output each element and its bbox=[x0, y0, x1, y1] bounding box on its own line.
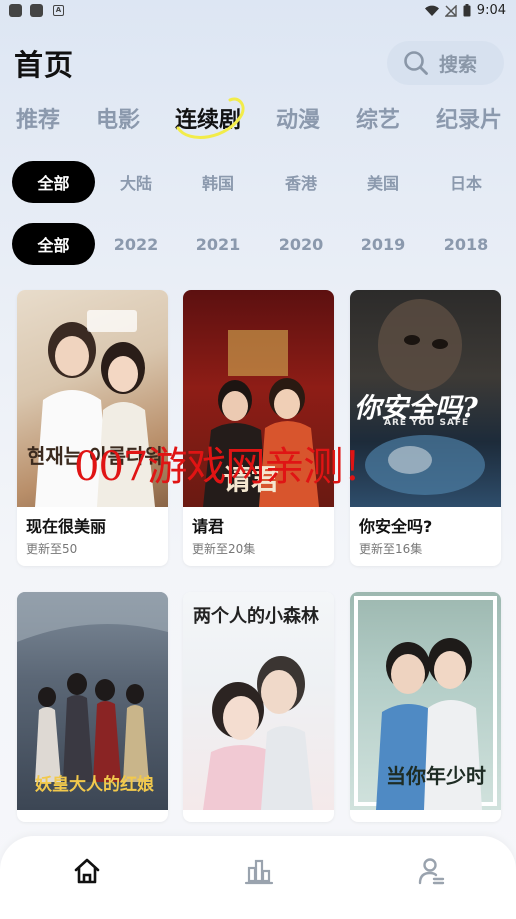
tab-documentary[interactable]: 纪录片 bbox=[436, 102, 502, 134]
poster-image: 当你年少时 bbox=[350, 592, 501, 810]
watermark-text: 007游戏网亲测！ bbox=[74, 444, 382, 490]
region-chip[interactable]: 大陆 bbox=[112, 161, 160, 203]
show-card[interactable]: 妖皇大人的红娘 bbox=[17, 592, 168, 822]
show-title: 你安全吗? bbox=[359, 517, 433, 536]
year-chip-all[interactable]: 全部 bbox=[12, 223, 95, 265]
show-card[interactable]: 현재는 아름다워 现在很美丽 更新至50 bbox=[17, 290, 168, 566]
notification-icon bbox=[9, 4, 22, 17]
region-chip-all[interactable]: 全部 bbox=[12, 161, 95, 203]
year-filter: 全部 2022 2021 2020 2019 2018 bbox=[0, 223, 516, 267]
year-chip[interactable]: 2022 bbox=[109, 223, 163, 265]
home-icon[interactable] bbox=[72, 856, 102, 886]
battery-icon bbox=[463, 4, 471, 17]
region-chip[interactable]: 日本 bbox=[442, 161, 490, 203]
status-bar: A 9:04 bbox=[0, 0, 516, 24]
app-notification-icon: A bbox=[53, 5, 64, 16]
region-filter: 全部 大陆 韩国 香港 美国 日本 bbox=[0, 161, 516, 205]
show-card[interactable]: 两个人的小森林 bbox=[183, 592, 334, 822]
tab-recommend[interactable]: 推荐 bbox=[16, 102, 60, 134]
poster-title-text: 当你年少时 bbox=[386, 764, 486, 788]
show-card[interactable]: 你安全吗? ARE YOU SAFE 你安全吗? 更新至16集 bbox=[350, 290, 501, 566]
search-icon bbox=[404, 51, 428, 75]
show-card[interactable]: 当你年少时 bbox=[350, 592, 501, 822]
show-update: 更新至50 bbox=[26, 542, 78, 556]
show-title: 请君 bbox=[192, 517, 225, 536]
active-tab-indicator bbox=[176, 97, 245, 139]
region-chip[interactable]: 香港 bbox=[277, 161, 325, 203]
show-title: 现在很美丽 bbox=[26, 517, 107, 536]
tab-variety[interactable]: 综艺 bbox=[356, 102, 400, 134]
region-chip[interactable]: 韩国 bbox=[194, 161, 242, 203]
year-chip[interactable]: 2019 bbox=[356, 223, 410, 265]
year-chip[interactable]: 2020 bbox=[274, 223, 328, 265]
ranking-icon[interactable] bbox=[244, 856, 274, 886]
poster-image: 妖皇大人的红娘 bbox=[17, 592, 168, 810]
tab-anime[interactable]: 动漫 bbox=[276, 102, 320, 134]
show-card[interactable]: 请君 请君 更新至20集 bbox=[183, 290, 334, 566]
poster-subtitle-text: ARE YOU SAFE bbox=[384, 418, 470, 428]
region-chip[interactable]: 美国 bbox=[359, 161, 407, 203]
poster-image: 两个人的小森林 bbox=[183, 592, 334, 810]
page-title: 首页 bbox=[14, 48, 75, 82]
signal-off-icon bbox=[444, 4, 457, 17]
profile-icon[interactable] bbox=[416, 856, 446, 886]
poster-title-text: 两个人的小森林 bbox=[193, 606, 319, 627]
bottom-navigation bbox=[0, 836, 516, 919]
tab-movies[interactable]: 电影 bbox=[96, 102, 140, 134]
category-tabs: 推荐 电影 连续剧 动漫 综艺 纪录片 bbox=[0, 102, 516, 142]
show-update: 更新至20集 bbox=[192, 542, 256, 556]
notification-icon bbox=[30, 4, 43, 17]
wifi-icon bbox=[424, 5, 439, 16]
poster-title-text: 妖皇大人的红娘 bbox=[35, 775, 154, 795]
status-time: 9:04 bbox=[476, 3, 506, 18]
search-button[interactable]: 搜索 bbox=[387, 41, 504, 85]
year-chip[interactable]: 2021 bbox=[191, 223, 245, 265]
year-chip[interactable]: 2018 bbox=[439, 223, 493, 265]
show-update: 更新至16集 bbox=[359, 542, 423, 556]
search-label: 搜索 bbox=[439, 53, 478, 76]
